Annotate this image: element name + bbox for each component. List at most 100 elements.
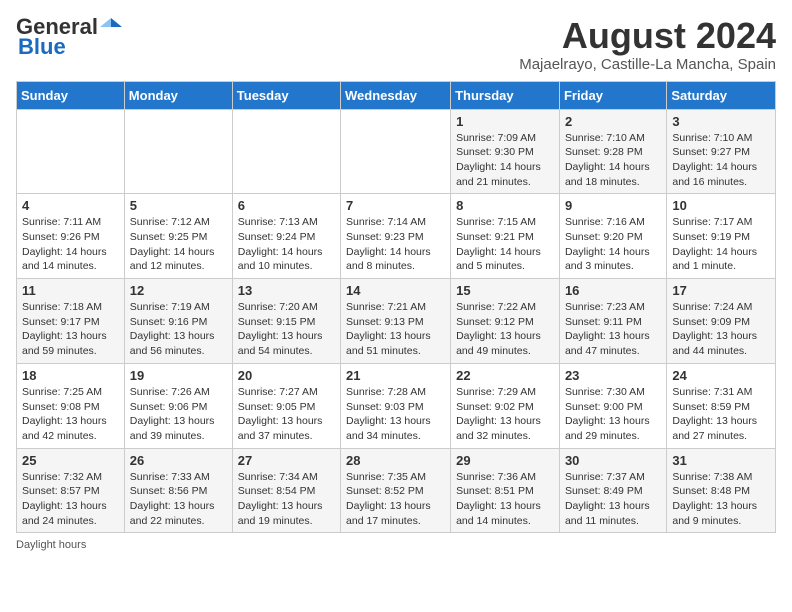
- calendar-subtitle: Majaelrayo, Castille-La Mancha, Spain: [519, 56, 776, 73]
- column-header-sunday: Sunday: [17, 81, 125, 109]
- day-number: 5: [130, 198, 227, 213]
- day-info: Sunrise: 7:14 AMSunset: 9:23 PMDaylight:…: [346, 215, 445, 274]
- day-cell: 17 Sunrise: 7:24 AMSunset: 9:09 PMDayligh…: [667, 279, 776, 364]
- day-info: Sunrise: 7:34 AMSunset: 8:54 PMDaylight:…: [238, 470, 335, 529]
- day-number: 22: [456, 368, 554, 383]
- day-cell: 4 Sunrise: 7:11 AMSunset: 9:26 PMDaylight…: [17, 194, 125, 279]
- day-cell: [232, 109, 340, 194]
- day-cell: 14 Sunrise: 7:21 AMSunset: 9:13 PMDayligh…: [341, 279, 451, 364]
- day-info: Sunrise: 7:27 AMSunset: 9:05 PMDaylight:…: [238, 385, 335, 444]
- day-info: Sunrise: 7:24 AMSunset: 9:09 PMDaylight:…: [672, 300, 770, 359]
- column-header-tuesday: Tuesday: [232, 81, 340, 109]
- day-number: 28: [346, 453, 445, 468]
- day-cell: 31Sunrise: 7:38 AMSunset: 8:48 PMDayligh…: [667, 448, 776, 533]
- day-cell: 25Sunrise: 7:32 AMSunset: 8:57 PMDayligh…: [17, 448, 125, 533]
- day-cell: 22 Sunrise: 7:29 AMSunset: 9:02 PMDayligh…: [451, 363, 560, 448]
- column-header-thursday: Thursday: [451, 81, 560, 109]
- day-number: 29: [456, 453, 554, 468]
- footer-note: Daylight hours: [16, 539, 776, 551]
- header-row: SundayMondayTuesdayWednesdayThursdayFrid…: [17, 81, 776, 109]
- day-info: Sunrise: 7:35 AMSunset: 8:52 PMDaylight:…: [346, 470, 445, 529]
- day-cell: 18Sunrise: 7:25 AMSunset: 9:08 PMDayligh…: [17, 363, 125, 448]
- day-number: 10: [672, 198, 770, 213]
- day-number: 31: [672, 453, 770, 468]
- calendar-table: SundayMondayTuesdayWednesdayThursdayFrid…: [16, 81, 776, 534]
- day-cell: 26Sunrise: 7:33 AMSunset: 8:56 PMDayligh…: [124, 448, 232, 533]
- day-cell: [124, 109, 232, 194]
- day-cell: 21Sunrise: 7:28 AMSunset: 9:03 PMDayligh…: [341, 363, 451, 448]
- day-number: 23: [565, 368, 661, 383]
- day-number: 7: [346, 198, 445, 213]
- day-info: Sunrise: 7:10 AMSunset: 9:27 PMDaylight:…: [672, 131, 770, 190]
- day-cell: 5 Sunrise: 7:12 AMSunset: 9:25 PMDaylight…: [124, 194, 232, 279]
- day-info: Sunrise: 7:33 AMSunset: 8:56 PMDaylight:…: [130, 470, 227, 529]
- day-cell: 29Sunrise: 7:36 AMSunset: 8:51 PMDayligh…: [451, 448, 560, 533]
- day-cell: 15 Sunrise: 7:22 AMSunset: 9:12 PMDayligh…: [451, 279, 560, 364]
- day-info: Sunrise: 7:15 AMSunset: 9:21 PMDaylight:…: [456, 215, 554, 274]
- calendar-header: SundayMondayTuesdayWednesdayThursdayFrid…: [17, 81, 776, 109]
- day-cell: 10Sunrise: 7:17 AMSunset: 9:19 PMDayligh…: [667, 194, 776, 279]
- day-cell: 2 Sunrise: 7:10 AMSunset: 9:28 PMDaylight…: [559, 109, 666, 194]
- logo: General Blue: [16, 16, 122, 58]
- header: General Blue August 2024 Majaelrayo, Cas…: [16, 16, 776, 73]
- calendar-title: August 2024: [519, 16, 776, 56]
- day-info: Sunrise: 7:29 AMSunset: 9:02 PMDaylight:…: [456, 385, 554, 444]
- day-cell: 27 Sunrise: 7:34 AMSunset: 8:54 PMDayligh…: [232, 448, 340, 533]
- day-info: Sunrise: 7:37 AMSunset: 8:49 PMDaylight:…: [565, 470, 661, 529]
- day-number: 1: [456, 114, 554, 129]
- day-number: 13: [238, 283, 335, 298]
- day-info: Sunrise: 7:19 AMSunset: 9:16 PMDaylight:…: [130, 300, 227, 359]
- column-header-saturday: Saturday: [667, 81, 776, 109]
- day-info: Sunrise: 7:09 AMSunset: 9:30 PMDaylight:…: [456, 131, 554, 190]
- day-info: Sunrise: 7:12 AMSunset: 9:25 PMDaylight:…: [130, 215, 227, 274]
- day-info: Sunrise: 7:13 AMSunset: 9:24 PMDaylight:…: [238, 215, 335, 274]
- week-row-2: 4 Sunrise: 7:11 AMSunset: 9:26 PMDaylight…: [17, 194, 776, 279]
- day-number: 24: [672, 368, 770, 383]
- day-info: Sunrise: 7:10 AMSunset: 9:28 PMDaylight:…: [565, 131, 661, 190]
- day-number: 3: [672, 114, 770, 129]
- logo-bird-icon: [100, 16, 122, 38]
- day-cell: 11Sunrise: 7:18 AMSunset: 9:17 PMDayligh…: [17, 279, 125, 364]
- day-info: Sunrise: 7:31 AMSunset: 8:59 PMDaylight:…: [672, 385, 770, 444]
- day-number: 11: [22, 283, 119, 298]
- day-number: 17: [672, 283, 770, 298]
- day-info: Sunrise: 7:30 AMSunset: 9:00 PMDaylight:…: [565, 385, 661, 444]
- week-row-1: 1 Sunrise: 7:09 AMSunset: 9:30 PMDaylight…: [17, 109, 776, 194]
- day-cell: 1 Sunrise: 7:09 AMSunset: 9:30 PMDaylight…: [451, 109, 560, 194]
- day-info: Sunrise: 7:21 AMSunset: 9:13 PMDaylight:…: [346, 300, 445, 359]
- day-info: Sunrise: 7:16 AMSunset: 9:20 PMDaylight:…: [565, 215, 661, 274]
- logo-blue-text: Blue: [18, 36, 66, 58]
- day-number: 2: [565, 114, 661, 129]
- column-header-wednesday: Wednesday: [341, 81, 451, 109]
- week-row-4: 18Sunrise: 7:25 AMSunset: 9:08 PMDayligh…: [17, 363, 776, 448]
- day-cell: 6 Sunrise: 7:13 AMSunset: 9:24 PMDaylight…: [232, 194, 340, 279]
- day-cell: 20Sunrise: 7:27 AMSunset: 9:05 PMDayligh…: [232, 363, 340, 448]
- day-info: Sunrise: 7:22 AMSunset: 9:12 PMDaylight:…: [456, 300, 554, 359]
- column-header-monday: Monday: [124, 81, 232, 109]
- day-cell: 13 Sunrise: 7:20 AMSunset: 9:15 PMDayligh…: [232, 279, 340, 364]
- day-info: Sunrise: 7:11 AMSunset: 9:26 PMDaylight:…: [22, 215, 119, 274]
- day-number: 27: [238, 453, 335, 468]
- day-number: 6: [238, 198, 335, 213]
- day-cell: 3 Sunrise: 7:10 AMSunset: 9:27 PMDaylight…: [667, 109, 776, 194]
- title-area: August 2024 Majaelrayo, Castille-La Manc…: [519, 16, 776, 73]
- column-header-friday: Friday: [559, 81, 666, 109]
- day-number: 15: [456, 283, 554, 298]
- week-row-5: 25Sunrise: 7:32 AMSunset: 8:57 PMDayligh…: [17, 448, 776, 533]
- day-info: Sunrise: 7:23 AMSunset: 9:11 PMDaylight:…: [565, 300, 661, 359]
- day-cell: 24 Sunrise: 7:31 AMSunset: 8:59 PMDayligh…: [667, 363, 776, 448]
- day-number: 14: [346, 283, 445, 298]
- day-cell: 30 Sunrise: 7:37 AMSunset: 8:49 PMDayligh…: [559, 448, 666, 533]
- day-number: 30: [565, 453, 661, 468]
- day-number: 4: [22, 198, 119, 213]
- day-cell: [341, 109, 451, 194]
- day-info: Sunrise: 7:20 AMSunset: 9:15 PMDaylight:…: [238, 300, 335, 359]
- day-number: 16: [565, 283, 661, 298]
- calendar-body: 1 Sunrise: 7:09 AMSunset: 9:30 PMDaylight…: [17, 109, 776, 533]
- day-cell: 16 Sunrise: 7:23 AMSunset: 9:11 PMDayligh…: [559, 279, 666, 364]
- day-cell: 9 Sunrise: 7:16 AMSunset: 9:20 PMDaylight…: [559, 194, 666, 279]
- day-number: 8: [456, 198, 554, 213]
- day-info: Sunrise: 7:25 AMSunset: 9:08 PMDaylight:…: [22, 385, 119, 444]
- day-cell: 8 Sunrise: 7:15 AMSunset: 9:21 PMDaylight…: [451, 194, 560, 279]
- day-number: 9: [565, 198, 661, 213]
